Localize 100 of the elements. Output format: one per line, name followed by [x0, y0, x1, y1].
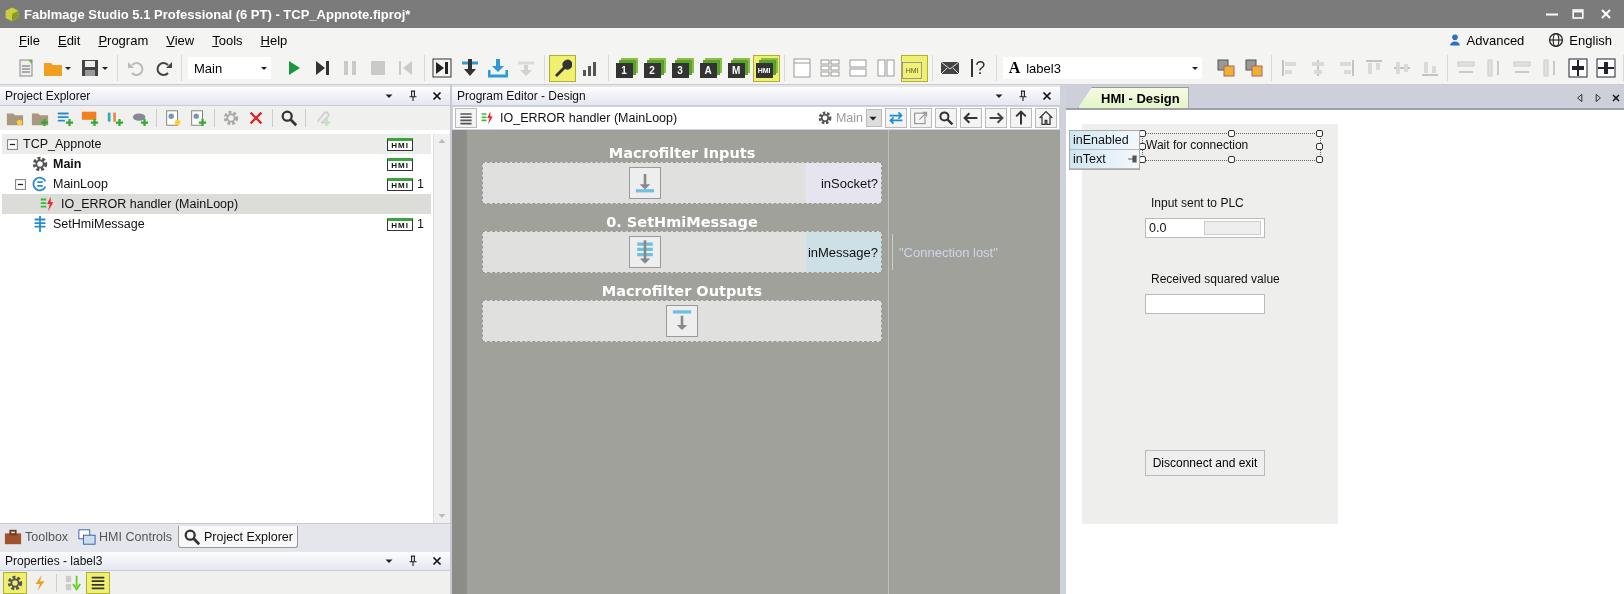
- tree-item[interactable]: SetHmiMessage HMI 1: [2, 214, 431, 234]
- block-icon: [628, 236, 661, 268]
- filter-block[interactable]: inSocket?: [482, 162, 882, 204]
- item-label: SetHmiMessage: [53, 217, 146, 231]
- scrollbar[interactable]: [433, 134, 450, 523]
- panel-title: Project Explorer: [5, 89, 92, 103]
- search-icon: [183, 527, 202, 546]
- down-arrow-icon: [460, 58, 481, 78]
- home-icon: [1038, 110, 1054, 126]
- swap-icon: [888, 110, 904, 126]
- menu-item[interactable]: Edit: [48, 32, 90, 48]
- item-label: TCP_Appnote: [23, 137, 103, 151]
- tree-item[interactable]: TCP_Appnote HMI: [2, 134, 431, 154]
- form-button[interactable]: Disconnect and exit: [1145, 450, 1265, 476]
- external-icon: [913, 110, 929, 126]
- dock-tab[interactable]: Toolbox: [0, 526, 73, 548]
- collapse-icon[interactable]: [6, 137, 19, 151]
- maximize-icon: [1570, 6, 1586, 22]
- loop-icon: [31, 175, 49, 193]
- up-button[interactable]: [1010, 108, 1032, 128]
- menu-item[interactable]: Tools: [203, 32, 252, 48]
- input-port[interactable]: inMessage?: [806, 232, 881, 272]
- program-dropdown[interactable]: [866, 109, 882, 127]
- port-value: "Connection lost": [892, 234, 998, 270]
- input-port[interactable]: inSocket?: [806, 163, 881, 203]
- step-over-icon: [432, 58, 453, 78]
- single-layout-icon: [792, 58, 813, 78]
- dock-tab[interactable]: Project Explorer: [178, 526, 298, 548]
- text-field[interactable]: [1145, 294, 1265, 314]
- resize-handle[interactable]: [1227, 156, 1235, 163]
- help-button[interactable]: ?: [964, 54, 992, 82]
- tree-item[interactable]: MainLoop HMI 1: [2, 174, 431, 194]
- filter-block[interactable]: inMessage?: [482, 231, 882, 273]
- menu-item[interactable]: File: [10, 32, 49, 48]
- hmi-port[interactable]: inEnabled: [1070, 131, 1139, 150]
- search-button[interactable]: [935, 108, 957, 128]
- numeric-field[interactable]: 0.0: [1145, 218, 1265, 238]
- breadcrumb[interactable]: IO_ERROR handler (MainLoop): [500, 111, 678, 125]
- tool-button[interactable]: [3, 572, 27, 594]
- arrow-left-icon: [963, 110, 979, 126]
- perspective-button[interactable]: 2: [640, 54, 668, 82]
- list-icon: [89, 574, 107, 592]
- search-icon: [280, 109, 298, 127]
- user-icon: [1447, 33, 1462, 47]
- block-title: Macrofilter Outputs: [600, 282, 764, 300]
- document-tab[interactable]: HMI - Design: [1078, 87, 1189, 108]
- columns-layout-icon: [876, 58, 897, 78]
- program-dropdown[interactable]: Main: [188, 57, 271, 79]
- sort-icon: [64, 574, 82, 592]
- hmi-badge: HMI: [387, 157, 413, 171]
- block-icon: [666, 305, 698, 337]
- back-button[interactable]: [960, 108, 982, 128]
- tree-item[interactable]: IO_ERROR handler (MainLoop): [2, 194, 431, 214]
- user-mode-button[interactable]: Advanced: [1435, 32, 1537, 48]
- page-new-icon: [164, 109, 182, 127]
- form-label[interactable]: Input sent to PLC: [1148, 192, 1268, 212]
- module-add-icon: [81, 109, 99, 127]
- collapse-icon[interactable]: [14, 177, 27, 191]
- forward-button[interactable]: [985, 108, 1007, 128]
- perspective-button[interactable]: 1: [612, 54, 640, 82]
- form-label[interactable]: Received squared value: [1148, 268, 1288, 288]
- download-icon: [488, 58, 509, 78]
- menu-item[interactable]: View: [157, 32, 204, 48]
- close-icon: [247, 109, 265, 127]
- close-icon: [1040, 89, 1054, 103]
- arrow-right-icon: [988, 110, 1004, 126]
- resize-handle[interactable]: [1227, 130, 1235, 137]
- hmi-port[interactable]: inText: [1070, 150, 1139, 169]
- dock-tab[interactable]: HMI Controls: [74, 526, 177, 548]
- toolbox-icon: [4, 528, 22, 546]
- hmi-badge: HMI: [387, 137, 413, 151]
- hmi-badge: HMI: [387, 217, 413, 231]
- save-icon: [80, 58, 100, 78]
- panel-title: Properties - label3: [5, 554, 104, 568]
- center-h-icon: [1595, 58, 1616, 78]
- menu-item[interactable]: Help: [251, 32, 297, 48]
- lightning-icon: [480, 110, 496, 126]
- menu-icon: [458, 110, 474, 126]
- tool-button[interactable]: [86, 572, 110, 594]
- grid-layout-icon: [820, 58, 841, 78]
- stacked-squares-icon: [1243, 58, 1264, 78]
- toolbar-button[interactable]: [548, 54, 576, 82]
- center-v-icon: [1567, 58, 1588, 78]
- program-name: Main: [835, 111, 863, 125]
- perspective-button[interactable]: A: [696, 54, 724, 82]
- language-button[interactable]: English: [1536, 32, 1624, 48]
- tree-item[interactable]: Main HMI: [2, 154, 431, 174]
- hmi-badge: HMI: [387, 177, 413, 191]
- home-button[interactable]: [1035, 108, 1057, 128]
- label-dropdown[interactable]: A label3: [1002, 57, 1202, 79]
- form-label[interactable]: Wait for connection: [1143, 134, 1320, 160]
- stacked-squares-icon: [1215, 58, 1236, 78]
- perspective-button[interactable]: 3: [668, 54, 696, 82]
- item-label: Main: [53, 157, 83, 171]
- perspective-button[interactable]: M: [724, 54, 752, 82]
- filter-block[interactable]: [482, 300, 882, 342]
- menu-item[interactable]: Program: [89, 32, 158, 48]
- count: 1: [417, 177, 424, 191]
- menu-button[interactable]: [455, 108, 477, 128]
- settings-icon: [6, 574, 24, 592]
